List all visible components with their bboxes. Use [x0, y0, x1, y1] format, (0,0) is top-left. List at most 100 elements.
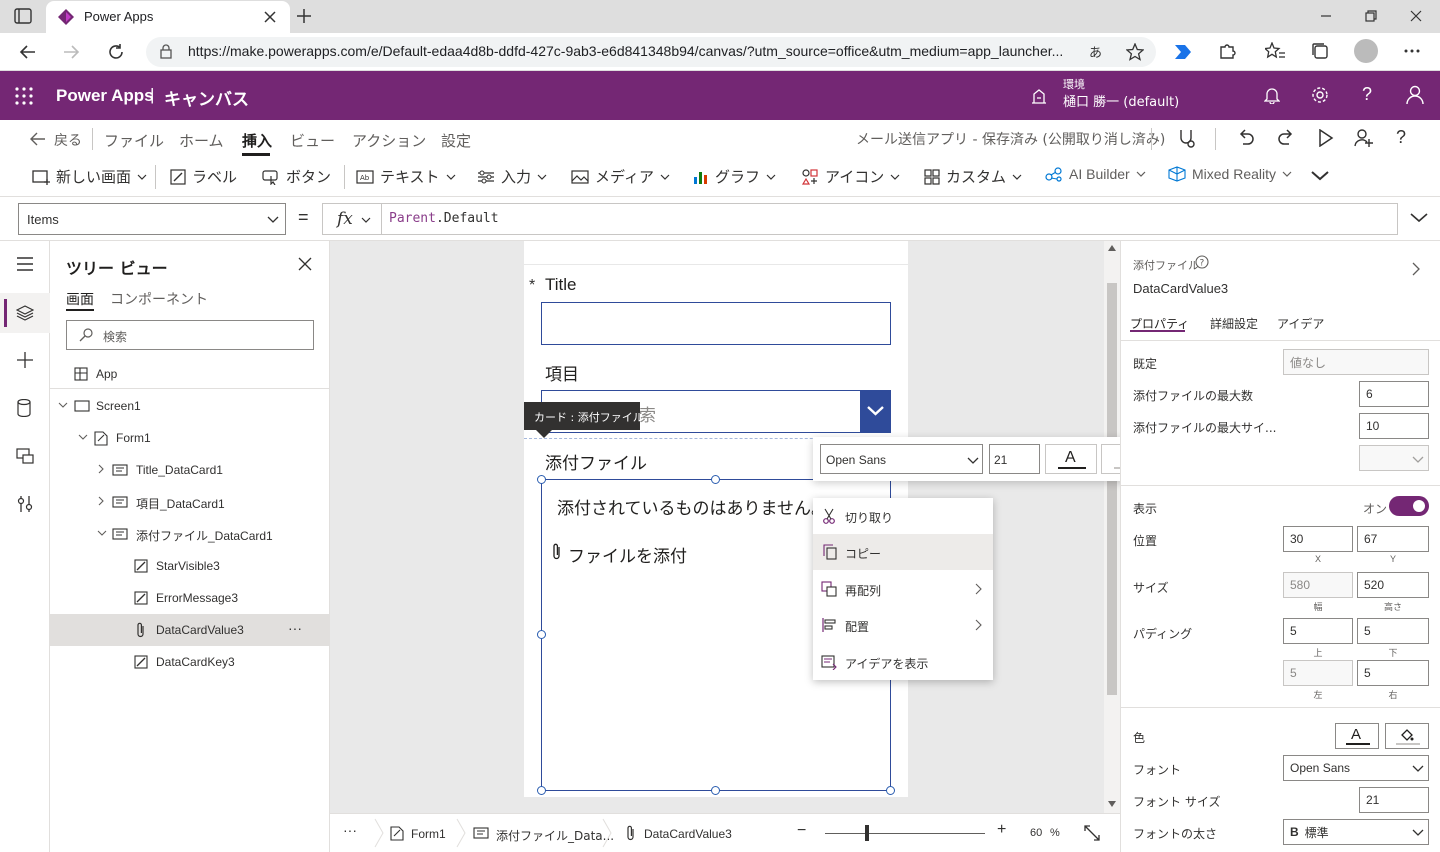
menu-settings[interactable]: 設定 — [441, 130, 471, 151]
browser-menu-icon[interactable] — [1404, 49, 1420, 53]
font-dropdown[interactable]: Open Sans — [820, 444, 983, 474]
profile-avatar[interactable] — [1354, 39, 1378, 63]
new-screen-button[interactable]: 新しい画面 — [32, 166, 147, 187]
media-rail-icon[interactable] — [16, 447, 34, 465]
fit-to-window-icon[interactable] — [1084, 825, 1100, 841]
zoom-out-button[interactable]: − — [797, 822, 806, 840]
resize-handle[interactable] — [886, 786, 895, 795]
chart-dropdown[interactable]: グラフ — [693, 166, 776, 187]
breadcrumb-more-icon[interactable]: ··· — [343, 822, 357, 838]
chevron-right-icon[interactable] — [1412, 262, 1421, 276]
tab-components[interactable]: コンポーネント — [110, 289, 208, 309]
extension-arrow-icon[interactable] — [1173, 43, 1193, 61]
text-color-button[interactable]: A — [1335, 723, 1379, 749]
browser-tab[interactable]: Power Apps — [46, 1, 290, 33]
font-weight-dropdown[interactable]: B 標準 — [1283, 819, 1429, 845]
menu-item-copy[interactable]: コピー — [813, 534, 993, 570]
resize-handle[interactable] — [537, 475, 546, 484]
max-size-input[interactable]: 10 — [1359, 413, 1429, 439]
back-icon[interactable] — [30, 132, 46, 146]
tree-item-app[interactable]: App — [50, 358, 330, 390]
scrollbar-thumb[interactable] — [1107, 283, 1117, 695]
chevron-right-icon[interactable] — [98, 496, 105, 506]
font-size-input[interactable]: 21 — [1359, 787, 1429, 813]
menu-item-align[interactable]: 配置 — [813, 607, 993, 643]
label-button[interactable]: ラベル — [170, 166, 237, 187]
resize-handle[interactable] — [537, 630, 546, 639]
position-y-input[interactable]: 67 — [1357, 526, 1429, 552]
collections-icon[interactable] — [1311, 42, 1329, 60]
control-name[interactable]: DataCardValue3 — [1133, 281, 1228, 296]
text-dropdown[interactable]: Ab テキスト — [356, 166, 456, 187]
fill-color-button[interactable] — [1385, 723, 1429, 749]
tab-advanced[interactable]: 詳細設定 — [1210, 315, 1258, 332]
padding-right-input[interactable]: 5 — [1357, 660, 1429, 686]
data-cylinder-icon[interactable] — [17, 399, 31, 417]
settings-gear-icon[interactable] — [1311, 86, 1329, 104]
icon-dropdown[interactable]: アイコン — [801, 166, 900, 187]
back-button[interactable]: 戻る — [54, 130, 82, 150]
refresh-icon[interactable] — [107, 43, 125, 61]
advanced-tools-icon[interactable] — [17, 495, 33, 513]
default-input[interactable]: 値なし — [1283, 349, 1429, 375]
attach-file-link[interactable]: ファイルを添付 — [568, 542, 687, 567]
restore-icon[interactable] — [1365, 10, 1377, 22]
width-input[interactable]: 580 — [1283, 572, 1353, 598]
add-plus-icon[interactable] — [16, 351, 34, 369]
app-launcher-icon[interactable] — [15, 87, 33, 105]
tree-item-attachment-datacard[interactable]: 添付ファイル_DataCard1 — [50, 518, 330, 550]
tree-item-title-datacard[interactable]: Title_DataCard1 — [50, 454, 330, 486]
app-name[interactable]: Power Apps — [56, 86, 154, 106]
zoom-in-button[interactable]: + — [997, 821, 1006, 839]
mixed-reality-dropdown[interactable]: Mixed Reality — [1168, 166, 1292, 182]
breadcrumb-form1[interactable]: Form1 — [411, 827, 446, 841]
hamburger-menu-icon[interactable] — [16, 257, 34, 271]
tree-view-rail-button[interactable] — [0, 293, 50, 333]
padding-bottom-input[interactable]: 5 — [1357, 618, 1429, 644]
favorites-icon[interactable] — [1265, 42, 1285, 60]
window-close-icon[interactable] — [1410, 10, 1422, 22]
help-icon[interactable]: ? — [1362, 84, 1372, 105]
menu-file[interactable]: ファイル — [104, 130, 164, 151]
formula-input[interactable]: fx Parent.Default — [322, 203, 1398, 235]
tree-item-datacardvalue-selected[interactable]: DataCardValue3 ··· — [50, 614, 330, 646]
zoom-slider-track[interactable] — [825, 833, 985, 834]
input-dropdown[interactable]: 入力 — [477, 166, 547, 187]
obscured-dropdown[interactable] — [1359, 445, 1429, 471]
back-arrow-icon[interactable] — [19, 44, 37, 60]
extensions-puzzle-icon[interactable] — [1218, 42, 1236, 60]
fx-icon[interactable]: fx — [337, 209, 353, 229]
preview-play-icon[interactable] — [1318, 129, 1334, 147]
menu-item-show-ideas[interactable]: アイデアを表示 — [813, 644, 993, 680]
close-panel-icon[interactable] — [298, 257, 312, 271]
tree-search-input[interactable]: 検索 — [66, 320, 314, 350]
forward-arrow-icon[interactable] — [62, 44, 80, 60]
resize-handle[interactable] — [711, 475, 720, 484]
breadcrumb-datacard[interactable]: 添付ファイル_Data... — [496, 827, 614, 844]
chevron-down-icon[interactable] — [97, 530, 107, 537]
undo-icon[interactable] — [1237, 129, 1255, 147]
menu-view[interactable]: ビュー — [290, 130, 335, 151]
chevron-right-icon[interactable] — [98, 464, 105, 474]
environment-value[interactable]: 樋口 勝一 (default) — [1063, 91, 1179, 110]
zoom-slider-thumb[interactable] — [865, 825, 870, 841]
read-aloud-icon[interactable]: あ — [1089, 42, 1102, 61]
height-input[interactable]: 520 — [1357, 572, 1429, 598]
menu-item-cut[interactable]: 切り取り — [813, 498, 993, 534]
share-icon[interactable] — [1354, 128, 1374, 148]
help-question-icon[interactable]: ? — [1396, 127, 1406, 148]
position-x-input[interactable]: 30 — [1283, 526, 1353, 552]
help-circle-icon[interactable]: ? — [1195, 255, 1209, 269]
tree-item-starvisible[interactable]: StarVisible3 — [50, 550, 330, 582]
property-dropdown[interactable]: Items — [18, 203, 286, 235]
tab-actions-icon[interactable] — [14, 8, 32, 24]
padding-top-input[interactable]: 5 — [1283, 618, 1353, 644]
tree-item-screen1[interactable]: Screen1 — [50, 390, 330, 422]
tree-item-item-datacard[interactable]: 項目_DataCard1 — [50, 486, 330, 518]
user-account-icon[interactable] — [1406, 85, 1424, 105]
formula-expand-chevron-icon[interactable] — [1410, 213, 1428, 223]
tree-item-form1[interactable]: Form1 — [50, 422, 330, 454]
font-dropdown[interactable]: Open Sans — [1283, 755, 1429, 781]
custom-dropdown[interactable]: カスタム — [924, 166, 1022, 187]
resize-handle[interactable] — [537, 786, 546, 795]
